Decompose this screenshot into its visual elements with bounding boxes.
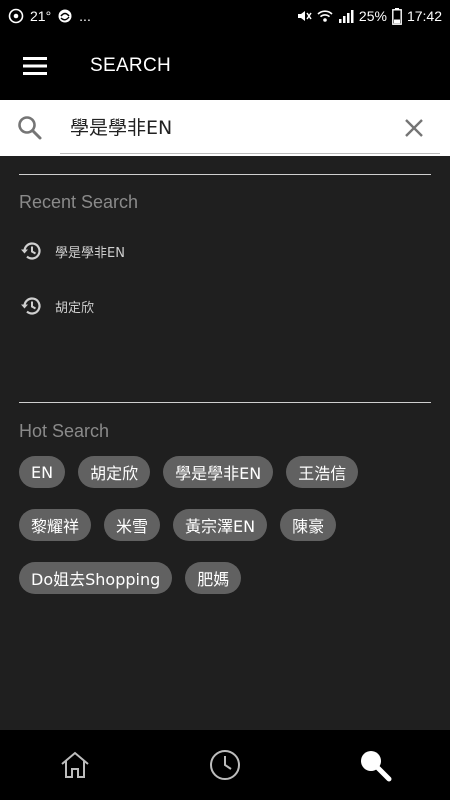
temperature-text: 21°: [30, 8, 52, 24]
hot-search-tag[interactable]: 肥媽: [185, 562, 242, 594]
wifi-icon: [317, 10, 333, 22]
tag-row: Do姐去Shopping 肥媽: [19, 562, 434, 594]
hot-search-tag[interactable]: 米雪: [104, 509, 161, 541]
clear-search-button[interactable]: [400, 114, 428, 142]
hot-search-tag[interactable]: 陳豪: [280, 509, 337, 541]
page-title: SEARCH: [90, 55, 171, 76]
tag-row: EN 胡定欣 學是學非EN 王浩信: [19, 456, 434, 488]
recent-search-label: 學是學非EN: [55, 245, 125, 261]
battery-percent: 25%: [358, 8, 387, 24]
hot-search-tag[interactable]: Do姐去Shopping: [19, 562, 173, 594]
nav-home-button[interactable]: [35, 730, 115, 800]
close-icon: [405, 119, 423, 137]
history-icon: [21, 242, 41, 260]
nav-search-button[interactable]: [335, 730, 415, 800]
home-icon: [61, 751, 89, 778]
battery-icon: [392, 7, 402, 25]
recent-divider: [19, 174, 431, 175]
more-notifications-text: ...: [79, 8, 91, 24]
recent-search-item[interactable]: 胡定欣: [19, 291, 94, 321]
bottom-navigation: [0, 730, 450, 800]
app-notification-icon: [8, 8, 24, 24]
nav-history-button[interactable]: [185, 730, 265, 800]
search-bar: [0, 100, 450, 156]
search-icon: [0, 100, 60, 156]
clock-icon: [210, 750, 240, 780]
hot-search-tag[interactable]: EN: [19, 456, 66, 488]
hot-search-tags: EN 胡定欣 學是學非EN 王浩信 黎耀祥 米雪 黃宗澤EN 陳豪 Do姐去Sh…: [19, 456, 434, 615]
search-icon: [361, 751, 392, 782]
clock-time: 17:42: [406, 8, 442, 24]
history-icon: [21, 297, 41, 315]
hot-search-tag[interactable]: 黃宗澤EN: [173, 509, 268, 541]
hot-divider: [19, 402, 431, 403]
hot-search-tag[interactable]: 胡定欣: [78, 456, 151, 488]
recent-search-heading: Recent Search: [19, 192, 139, 212]
hot-search-tag[interactable]: 學是學非EN: [163, 456, 274, 488]
signal-icon: [338, 10, 354, 23]
menu-button[interactable]: [0, 32, 70, 100]
status-bar: 21° ... 25% 17:42: [0, 0, 450, 32]
hot-search-tag[interactable]: 王浩信: [286, 456, 359, 488]
search-input[interactable]: [60, 100, 440, 154]
app-bar: SEARCH: [0, 32, 450, 100]
tag-row: 黎耀祥 米雪 黃宗澤EN 陳豪: [19, 509, 434, 541]
hot-search-heading: Hot Search: [19, 421, 110, 441]
weather-icon: [58, 9, 72, 23]
hot-search-tag[interactable]: 黎耀祥: [19, 509, 92, 541]
recent-search-item[interactable]: 學是學非EN: [19, 236, 125, 266]
hamburger-menu-icon: [23, 57, 47, 75]
mute-icon: [297, 11, 312, 21]
recent-search-label: 胡定欣: [55, 300, 95, 316]
